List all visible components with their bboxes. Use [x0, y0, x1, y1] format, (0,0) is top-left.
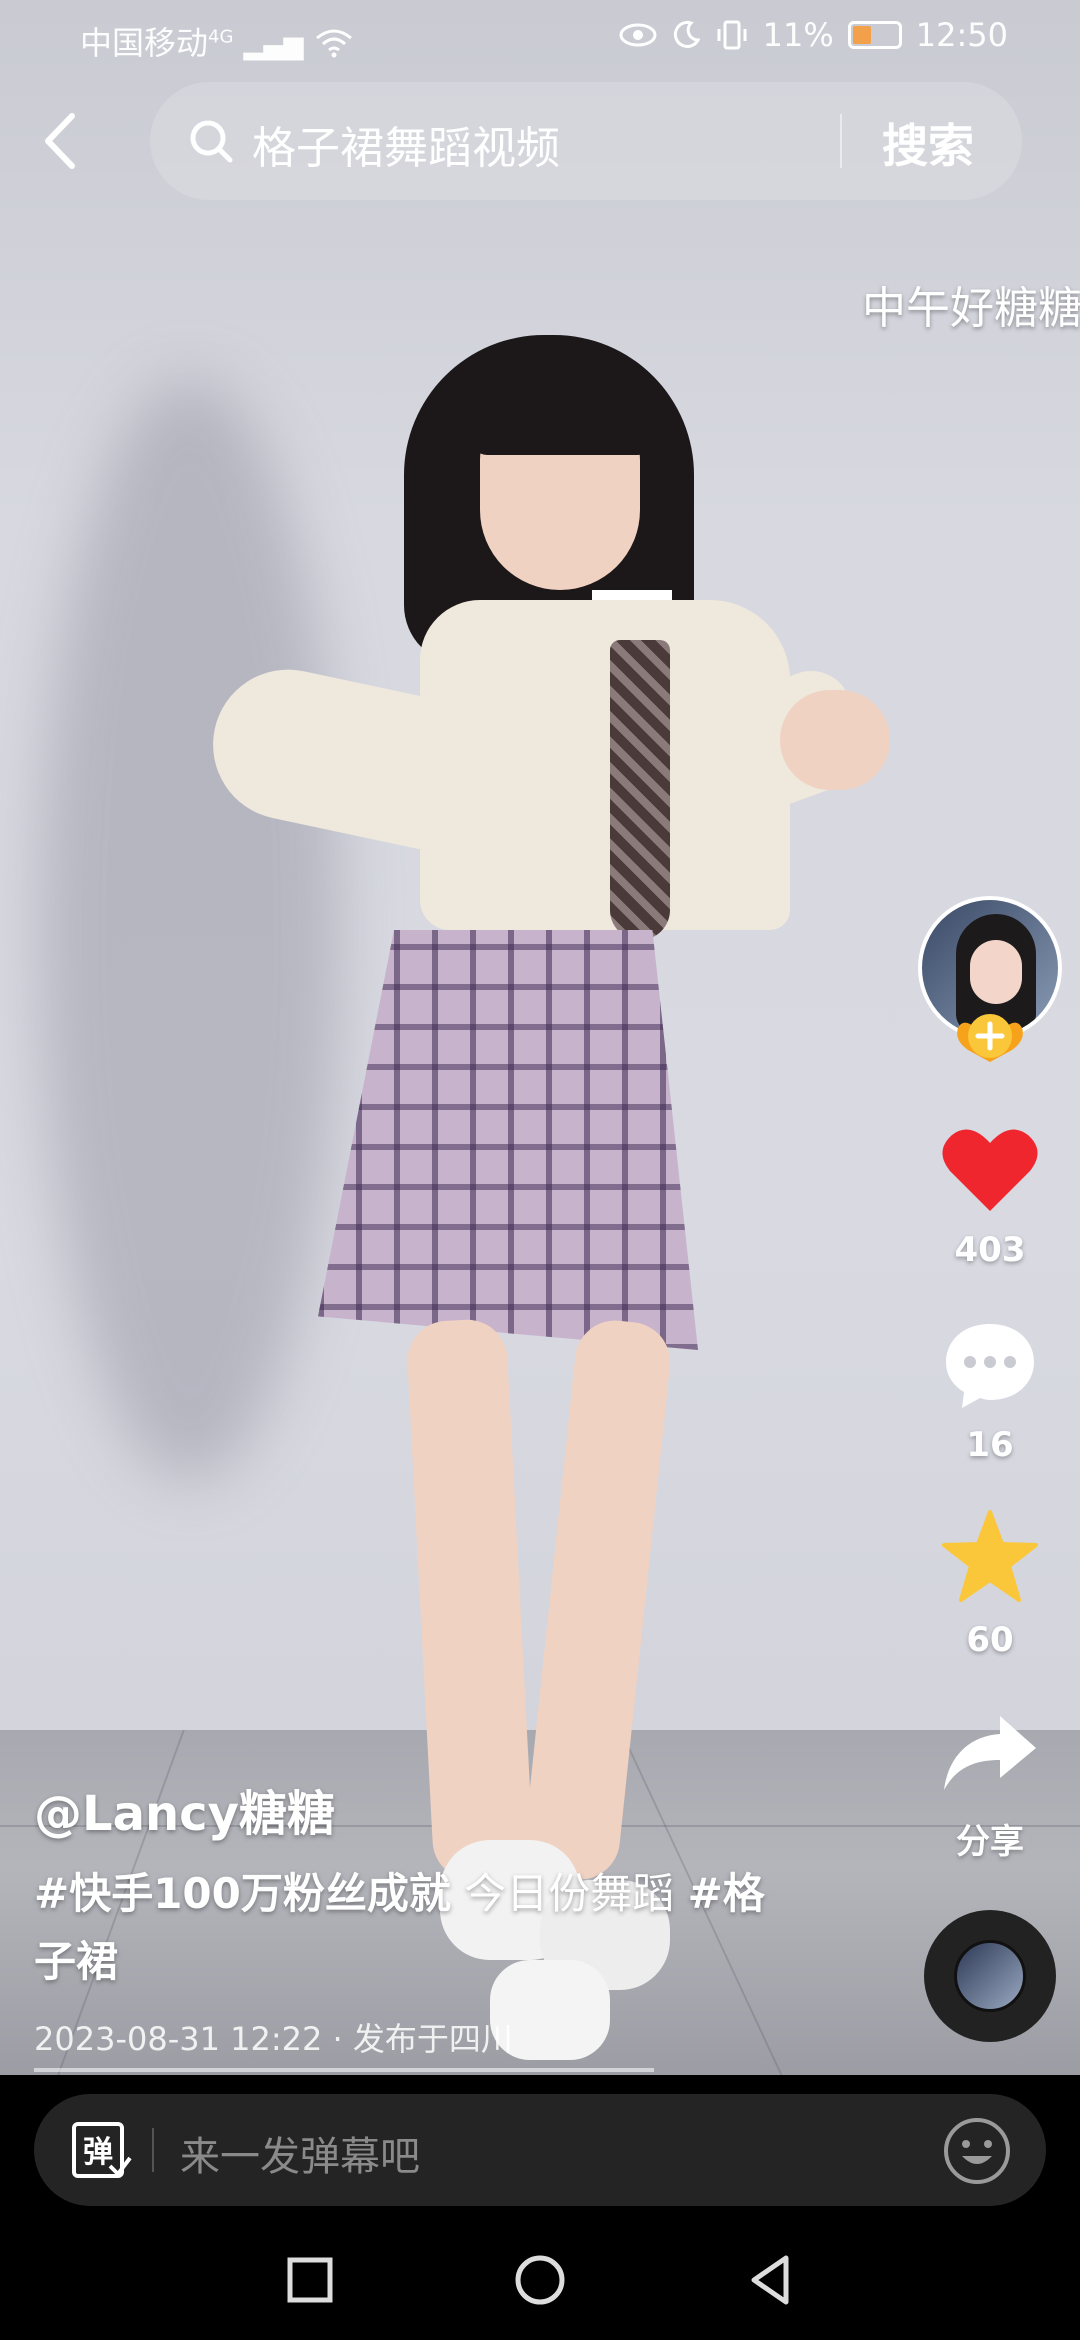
favorite-count: 60: [966, 1620, 1014, 1660]
hashtag-link[interactable]: #快手100万粉丝成就: [34, 1869, 451, 1918]
search-divider: [840, 114, 842, 168]
vibrate-icon: [717, 20, 747, 50]
system-nav-bar: [0, 2220, 1080, 2340]
moon-icon: [673, 20, 701, 48]
danmu-input-bar[interactable]: 弹 来一发弹幕吧: [34, 2094, 1046, 2206]
comment-icon: [946, 1324, 1034, 1408]
back-arrow-icon: [45, 113, 75, 169]
music-cover: [954, 1940, 1026, 2012]
video-caption: #快手100万粉丝成就 今日份舞蹈 #格子裙: [34, 1860, 794, 1996]
emoji-button[interactable]: [942, 2116, 1012, 2186]
follow-button[interactable]: [954, 1010, 1026, 1064]
emoji-icon: [944, 2118, 1010, 2184]
input-divider: [152, 2128, 154, 2172]
search-bar[interactable]: 格子裙舞蹈视频 搜索: [150, 82, 1022, 200]
danmu-icon: 弹: [72, 2122, 132, 2178]
search-icon: [190, 120, 233, 163]
danmu-input[interactable]: 来一发弹幕吧: [180, 2124, 420, 2182]
video-meta: 2023-08-31 12:22 · 发布于四川: [34, 2020, 513, 2058]
danmu-toggle-button[interactable]: 弹: [70, 2120, 132, 2182]
carrier-name: 中国移动: [80, 24, 209, 62]
danmaku-comment: 中午好糖糖: [862, 283, 1080, 334]
battery-percent: 11%: [762, 16, 834, 54]
network-type: 4G: [208, 26, 234, 48]
screen: 中国移动4G ▂▄▆ 11% 12:50 格子裙舞蹈视频 搜索 中午好糖糖 40…: [0, 0, 1080, 2340]
share-label: 分享: [956, 1822, 1024, 1862]
back-button[interactable]: [36, 106, 86, 176]
battery-icon: [847, 21, 902, 49]
circle-nav-icon[interactable]: [510, 2250, 570, 2310]
clock: 12:50: [915, 16, 1008, 54]
comment-count: 16: [966, 1425, 1014, 1465]
status-right: 11% 12:50: [619, 16, 1008, 54]
carrier-info: 中国移动4G ▂▄▆: [80, 18, 354, 64]
share-icon: [944, 1716, 1036, 1790]
caption-text: 今日份舞蹈: [450, 1869, 688, 1918]
search-button[interactable]: 搜索: [882, 110, 974, 176]
music-disc[interactable]: [924, 1910, 1056, 2042]
progress-bar[interactable]: [34, 2068, 654, 2072]
signal-icon: ▂▄▆: [243, 31, 304, 61]
status-bar: 中国移动4G ▂▄▆ 11% 12:50: [0, 0, 1080, 72]
like-count: 403: [954, 1230, 1026, 1270]
wifi-icon: [315, 29, 352, 58]
danmu-icon-label: 弹: [83, 2135, 113, 2170]
eye-icon: [619, 23, 657, 47]
plus-heart-icon: [957, 1014, 1023, 1062]
star-icon: [942, 1510, 1038, 1602]
search-input[interactable]: 格子裙舞蹈视频: [252, 112, 560, 176]
square-nav-icon[interactable]: [280, 2250, 340, 2310]
author-name[interactable]: @Lancy糖糖: [34, 1774, 335, 1844]
heart-icon: [942, 1129, 1038, 1211]
triangle-nav-icon[interactable]: [740, 2250, 800, 2310]
